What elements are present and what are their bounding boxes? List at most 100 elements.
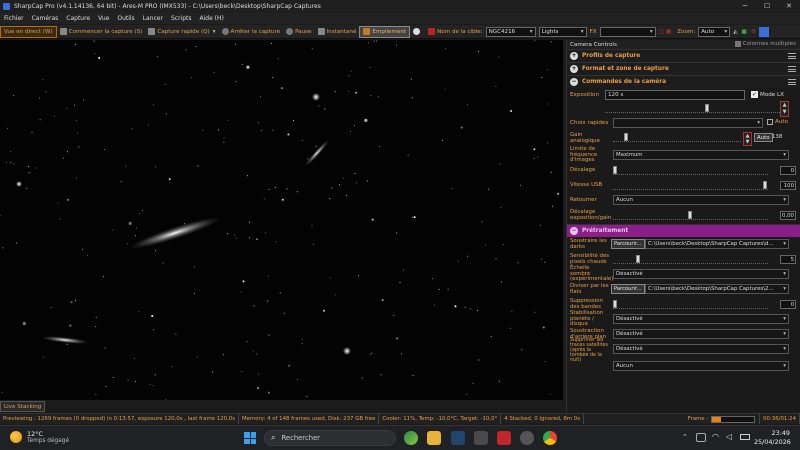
start-capture-button[interactable]: Commencer la capture (S) [57,26,146,38]
banding-slider[interactable] [613,300,768,309]
chevron-down-icon[interactable]: ▾ [213,29,216,35]
section-camera-controls[interactable]: − Commandes de la caméra [567,75,800,88]
fx-select[interactable] [599,26,656,37]
slider-thumb[interactable] [763,181,767,189]
gain-value[interactable]: 138 [772,133,788,142]
quick-capture-button[interactable]: Capture rapide (Q) ▾ [145,26,218,38]
menu-cameras[interactable]: Caméras [28,15,63,22]
menu-tools[interactable]: Outils [113,15,138,22]
gain-slider[interactable] [613,133,741,142]
stop-capture-button[interactable]: Arrêter la capture [219,26,284,38]
section-capture-profiles[interactable]: + Profils de capture [567,49,800,62]
histogram-icon[interactable]: ◭ [733,29,737,35]
frame-type-select[interactable]: Lights [538,26,587,37]
target-name-input[interactable]: NGC4216 [485,26,536,37]
menu-file[interactable]: Fichier [0,15,28,22]
pause-button[interactable]: Pause [283,26,314,38]
hot-pixel-value[interactable]: 5 [780,255,796,264]
clock-date[interactable]: 25/04/2026 [754,438,791,446]
weather-desc[interactable]: Temps dégagé [27,438,69,444]
fx-grid-icon[interactable]: ▦ [666,29,671,35]
battery-icon[interactable] [740,434,750,440]
collapse-minus-icon[interactable]: − [570,227,578,235]
exposure-input[interactable]: 120 s [605,90,745,100]
auto-checkbox[interactable]: Auto [767,119,788,125]
zoom-select[interactable]: Auto [698,26,731,37]
exposure-offset-value[interactable]: 0,00 [780,211,796,220]
media-app-icon[interactable] [497,431,511,445]
slider-thumb[interactable] [705,104,709,112]
satellite-select[interactable]: Désactivé [613,344,789,354]
menu-view[interactable]: Vue [94,15,113,22]
quick-picks-select[interactable] [613,118,763,128]
speaker-icon[interactable]: ◁ [726,432,732,441]
hot-pixel-slider[interactable] [613,255,768,264]
menu-capture[interactable]: Capture [62,15,94,22]
hamburger-icon[interactable] [788,53,796,59]
slider-thumb[interactable] [688,211,692,219]
exposure-stepper[interactable]: ▲ ▼ [780,101,789,117]
offset-slider[interactable] [613,166,768,175]
minimize-icon[interactable]: ─ [734,0,756,13]
background-select[interactable]: Désactivé [613,329,789,339]
snapshot-button[interactable]: Instantané [315,26,360,38]
offset-value[interactable]: 0 [780,166,796,175]
image-viewer[interactable] [0,40,563,400]
file-explorer-icon[interactable] [427,431,441,445]
pin-icon[interactable] [758,26,769,37]
wifi-icon[interactable]: ◠ [712,432,719,441]
record-indicator[interactable] [410,26,425,38]
expand-plus-icon[interactable]: + [570,65,578,73]
store-app-icon[interactable] [451,431,465,445]
live-view-button[interactable]: Vue en direct (W) [0,25,57,38]
xbox-app-icon[interactable] [404,431,418,445]
fx-red-icon[interactable]: ▢ [659,29,664,35]
green-square-icon[interactable]: ■ [742,29,747,35]
live-stacking-button[interactable]: Live Stacking [0,401,46,412]
slider-thumb[interactable] [613,166,617,174]
darks-path-select[interactable]: C:\Users\beck\Desktop\SharpCap Captures\… [645,239,789,249]
collapse-minus-icon[interactable]: − [570,78,578,86]
usb-speed-value[interactable]: 100 [780,181,796,190]
stabilization-select[interactable]: Désactivé [613,314,789,324]
maximize-icon[interactable]: ☐ [756,0,778,13]
flats-path-select[interactable]: C:\Users\beck\Desktop\SharpCap Captures\… [645,284,789,294]
exposure-offset-slider[interactable] [613,211,768,220]
flats-browse-button[interactable]: Parcourir... [611,284,645,294]
close-icon[interactable]: ✕ [778,0,800,13]
gain-auto-button[interactable]: Auto [754,133,773,142]
weather-temp[interactable]: 12°C [27,430,43,438]
last-select[interactable]: Aucun [613,361,789,371]
section-preprocessing[interactable]: − Prétraitement [567,224,800,237]
stacking-button[interactable]: Empilement [359,25,411,38]
hamburger-icon[interactable] [788,66,796,72]
lx-mode-checkbox[interactable]: ✓ Mode LX [751,91,784,98]
terminal-app-icon[interactable] [474,431,488,445]
taskbar-search[interactable]: ⌕ Rechercher [264,430,396,446]
dark-scale-select[interactable]: Désactivé [613,269,789,279]
menu-launch[interactable]: Lancer [139,15,167,22]
gain-stepper[interactable]: ▲ ▼ [743,132,752,146]
windows-start-icon[interactable] [244,432,256,444]
hamburger-icon[interactable] [788,79,796,85]
menu-scripts[interactable]: Scripts [167,15,196,22]
device-icon[interactable] [696,433,706,442]
darks-browse-button[interactable]: Parcourir... [611,239,645,249]
camera-app-icon[interactable] [520,431,534,445]
slider-thumb[interactable] [635,255,640,263]
framerate-select[interactable]: Maximum [613,150,789,160]
checkbox-icon[interactable] [734,41,741,47]
slider-thumb[interactable] [624,133,629,141]
settings-red-icon[interactable]: ⚙ [751,29,756,35]
expand-plus-icon[interactable]: + [570,52,578,60]
clock-time[interactable]: 23:49 [754,429,790,437]
banding-value[interactable]: 0 [780,300,796,309]
flip-select[interactable]: Aucun [613,195,789,205]
moon-weather-icon[interactable] [10,431,22,443]
multi-columns-toggle[interactable]: Colonnes multiples [734,41,796,47]
section-format[interactable]: + Format et zone de capture [567,62,800,75]
exposure-slider[interactable] [605,104,780,113]
slider-thumb[interactable] [613,300,617,308]
chevron-up-icon[interactable]: ⌃ [682,433,688,441]
usb-speed-slider[interactable] [613,181,768,190]
